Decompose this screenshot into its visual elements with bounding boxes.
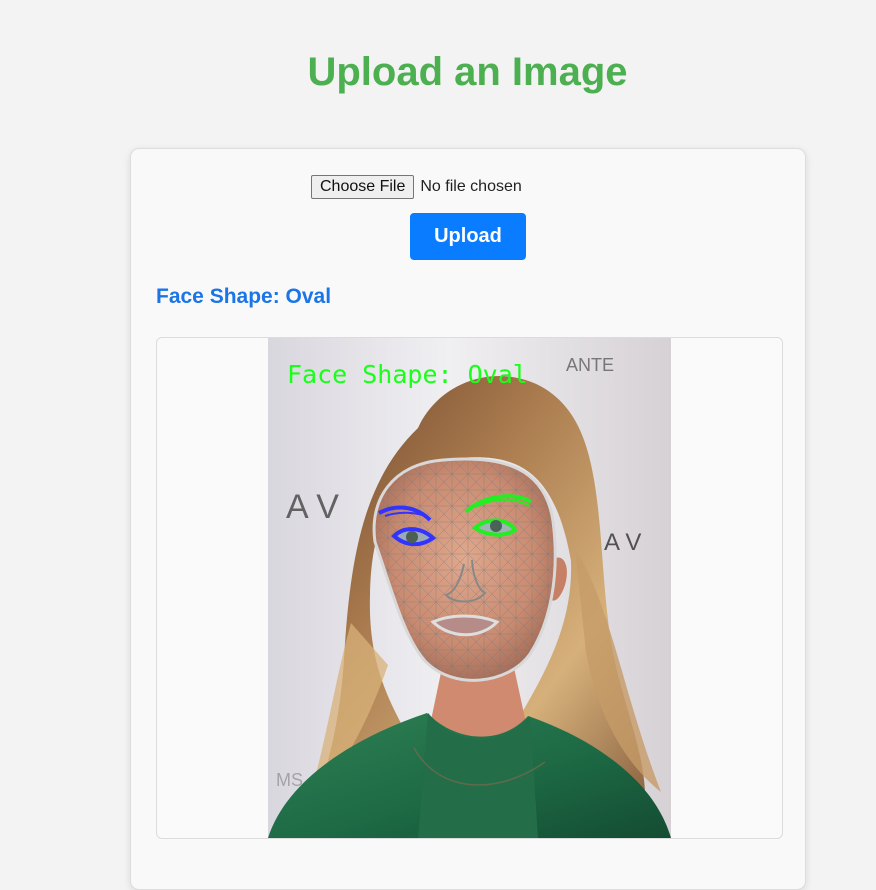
- file-picker: Choose File No file chosen: [311, 175, 522, 199]
- upload-button[interactable]: Upload: [410, 213, 526, 260]
- result-image-container: A V A V ANTE MS Face Shape: Oval: [156, 337, 783, 839]
- page-title: Upload an Image: [307, 50, 628, 94]
- choose-file-button[interactable]: Choose File: [311, 175, 415, 199]
- svg-text:A V: A V: [286, 488, 339, 526]
- svg-text:MS: MS: [276, 770, 303, 790]
- svg-text:A V: A V: [604, 529, 641, 556]
- analyzed-face-image: A V A V ANTE MS Face Shape: Oval: [268, 338, 671, 838]
- face-shape-result: Face Shape: Oval: [156, 285, 332, 308]
- svg-text:ANTE: ANTE: [566, 355, 614, 375]
- upload-card: Choose File No file chosen Upload Face S…: [130, 148, 806, 890]
- overlay-face-shape-text: Face Shape: Oval: [287, 360, 528, 389]
- file-status: No file chosen: [420, 178, 522, 195]
